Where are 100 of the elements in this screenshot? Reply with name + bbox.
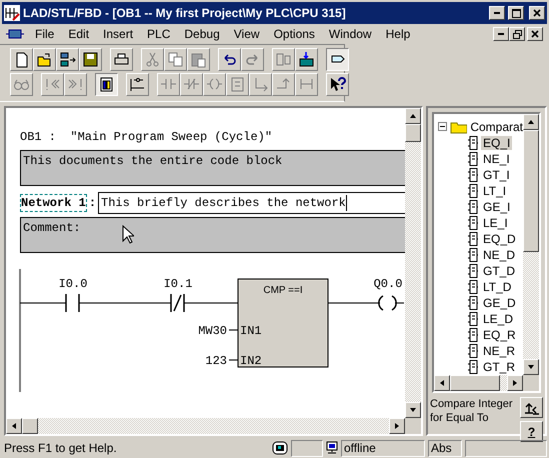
computer-icon (326, 441, 338, 455)
output-coil[interactable] (378, 295, 397, 311)
block-comment-field[interactable]: This documents the entire code block (20, 150, 405, 186)
function-block-icon (468, 136, 478, 150)
scroll-up-button[interactable] (523, 114, 539, 130)
tree-item[interactable]: EQ_R (481, 328, 518, 342)
function-block-icon (468, 184, 478, 198)
tree-item[interactable]: LT_I (481, 184, 508, 198)
window-title: LAD/STL/FBD - [OB1 -- My first Project\My PLC\CPU 315] (23, 6, 347, 20)
menu-item[interactable]: Window (322, 27, 379, 41)
tree-item[interactable]: EQ_D (481, 232, 518, 246)
scroll-right-button[interactable] (389, 418, 405, 434)
down-arrow-icon (409, 406, 417, 414)
network-title-field[interactable]: This briefly describes the network (98, 192, 405, 214)
menu-item[interactable]: Insert (96, 27, 140, 41)
tree-item[interactable]: NE_I (481, 152, 512, 166)
toolbar-button[interactable] (95, 73, 118, 96)
scroll-right-button[interactable] (507, 375, 523, 391)
insert-network-icon (129, 76, 146, 93)
vertical-scrollbar[interactable] (523, 114, 539, 375)
element-description: Compare Integer for Equal To (430, 397, 514, 426)
left-arrow-icon (438, 379, 446, 387)
menu-item[interactable]: Options (266, 27, 322, 41)
down-arrow-icon (527, 363, 535, 371)
status-panel (291, 440, 323, 456)
coil-address: Q0.0 (374, 277, 402, 291)
tree-item[interactable]: GT_D (481, 264, 518, 278)
function-block-icon (468, 152, 478, 166)
input-pin: IN1 (240, 324, 262, 338)
horizontal-scrollbar[interactable] (434, 375, 523, 391)
network-comment-field[interactable]: Comment: (20, 217, 405, 253)
folder-icon (450, 120, 468, 134)
insert-element-button[interactable] (520, 397, 543, 418)
function-block-icon (468, 248, 478, 262)
tree-item[interactable]: NE_D (481, 248, 518, 262)
scroll-thumb[interactable] (450, 375, 500, 391)
mouse-pointer-icon (122, 225, 134, 244)
scroll-up-button[interactable] (405, 108, 421, 124)
vertical-scrollbar[interactable] (405, 108, 421, 418)
input-operand: MW30 (198, 324, 227, 338)
close-button[interactable] (529, 6, 545, 20)
function-block-icon (468, 232, 478, 246)
function-block-icon (468, 216, 478, 230)
function-block-icon (468, 168, 478, 182)
overview-panel-icon (98, 76, 115, 93)
scroll-down-button[interactable] (405, 402, 421, 418)
normally-closed-contact[interactable] (170, 293, 185, 313)
scroll-thumb[interactable] (22, 418, 38, 434)
scroll-left-button[interactable] (6, 418, 22, 434)
normally-open-contact[interactable] (65, 293, 80, 313)
scroll-thumb[interactable] (523, 130, 539, 252)
tree-item[interactable]: GT_I (481, 168, 512, 182)
minimize-button[interactable] (489, 6, 505, 20)
input-pin: IN2 (240, 354, 262, 368)
tree-item[interactable]: LE_D (481, 312, 516, 326)
help-button[interactable]: ? (520, 421, 543, 442)
close-button[interactable] (527, 27, 543, 41)
network-label: Network 1 (20, 194, 87, 212)
tree-folder-label[interactable]: Comparat (470, 120, 523, 134)
tree-item[interactable]: LE_I (481, 216, 510, 230)
minimize-button[interactable] (493, 27, 509, 41)
open-folder-icon (36, 51, 53, 68)
menu-item[interactable]: PLC (140, 27, 178, 41)
contact-address: I0.1 (164, 277, 192, 291)
menu-item[interactable]: Edit (61, 27, 96, 41)
compare-box[interactable] (238, 278, 328, 368)
scroll-thumb[interactable] (405, 124, 421, 142)
menu-item[interactable]: View (226, 27, 267, 41)
scroll-left-button[interactable] (434, 375, 450, 391)
up-arrow-icon (409, 112, 417, 120)
collapse-icon[interactable] (438, 122, 447, 131)
horizontal-scrollbar[interactable] (6, 418, 405, 434)
document-icon[interactable] (6, 28, 24, 40)
download-to-plc-icon (298, 51, 315, 68)
plc-module-icon (272, 441, 288, 455)
scroll-down-button[interactable] (523, 359, 539, 375)
function-block-icon (468, 200, 478, 214)
contact-address: I0.0 (58, 277, 88, 291)
tree-item[interactable]: GE_I (481, 200, 512, 214)
function-block-icon (468, 312, 478, 326)
toolbar-button[interactable] (326, 48, 349, 71)
tree-item[interactable]: LT_D (481, 280, 514, 294)
tree-item[interactable]: EQ_I (481, 136, 512, 150)
tree-item[interactable]: GT_R (481, 360, 518, 374)
whats-this-help-icon (329, 76, 346, 93)
function-block-icon (468, 264, 478, 278)
menu-item[interactable]: Debug (177, 27, 227, 41)
input-operand: 123 (205, 354, 227, 368)
right-arrow-icon (511, 379, 519, 387)
menu-item[interactable]: Help (378, 27, 418, 41)
function-block-icon (468, 280, 478, 294)
text-cursor-icon (346, 195, 347, 211)
function-block-icon (468, 328, 478, 342)
maximize-button[interactable] (508, 6, 524, 20)
scissors-icon (144, 51, 161, 68)
restore-button[interactable] (509, 27, 525, 41)
tree-item[interactable]: NE_R (481, 344, 518, 358)
menu-item[interactable]: File (28, 27, 62, 41)
copy-icon (167, 51, 184, 68)
tree-item[interactable]: GE_D (481, 296, 518, 310)
